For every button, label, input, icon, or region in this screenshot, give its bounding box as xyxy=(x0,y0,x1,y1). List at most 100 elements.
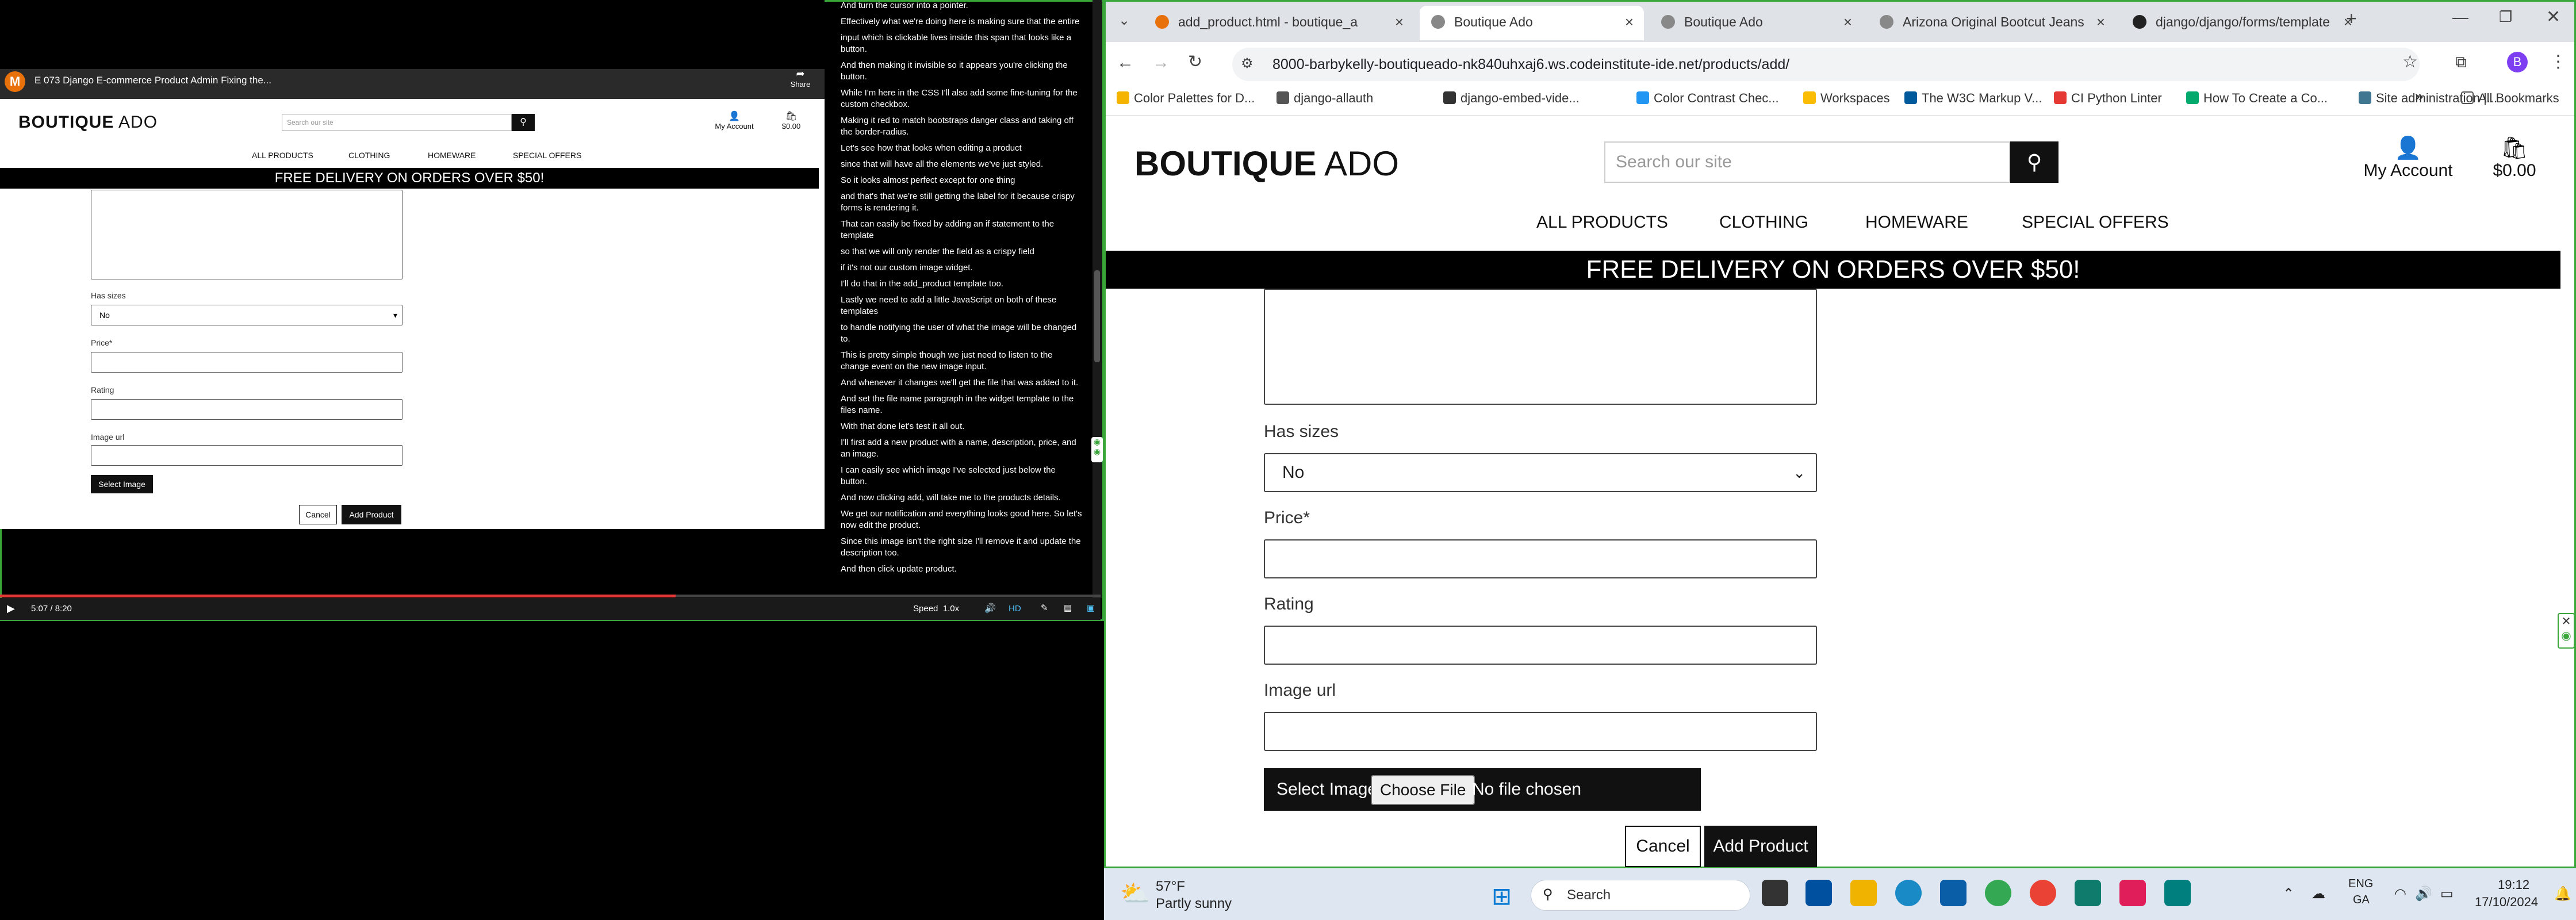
new-tab-button[interactable]: + xyxy=(2346,8,2357,29)
play-icon[interactable]: ▶ xyxy=(7,603,15,615)
menu-icon[interactable]: ⋮ xyxy=(2550,52,2567,72)
browser-tab[interactable]: Boutique Ado × xyxy=(1650,6,1862,40)
more-bookmarks-button[interactable]: » xyxy=(2415,87,2423,105)
nav-homeware[interactable]: HOMEWARE xyxy=(1865,213,1968,232)
taskbar-search[interactable]: ⚲ Search xyxy=(1531,880,1750,911)
transcript-line[interactable]: I can easily see which image I've select… xyxy=(841,465,1082,488)
all-bookmarks-button[interactable]: All Bookmarks xyxy=(2461,91,2559,106)
transcript-line[interactable]: Making it red to match bootstraps danger… xyxy=(841,115,1082,138)
price-input[interactable] xyxy=(1264,539,1817,578)
browser-tab[interactable]: Arizona Original Bootcut Jeans × xyxy=(1868,6,2115,40)
video-side-widget[interactable]: ◉ ◉ xyxy=(1091,437,1103,462)
transcript-line[interactable]: if it's not our custom image widget. xyxy=(841,262,1082,274)
video-nav-clothing[interactable]: CLOTHING xyxy=(348,151,390,160)
tab-close-icon[interactable]: × xyxy=(2096,6,2105,38)
nav-all-products[interactable]: ALL PRODUCTS xyxy=(1536,213,1668,232)
clock-date[interactable]: 17/10/2024 xyxy=(2475,895,2538,910)
video-select-image-button[interactable]: Select Image xyxy=(91,475,153,493)
bookmark-item[interactable]: CI Python Linter xyxy=(2054,91,2162,106)
settings-icon[interactable]: ▤ xyxy=(1064,603,1072,613)
captions-icon[interactable]: ▣ xyxy=(1087,603,1095,613)
wifi-icon[interactable]: ◠ xyxy=(2394,885,2406,902)
extensions-icon[interactable]: ⧉ xyxy=(2455,53,2467,72)
reload-icon[interactable]: ↻ xyxy=(1188,52,1202,72)
transcript-line[interactable]: so that we will only render the field as… xyxy=(841,246,1082,258)
video-account-link[interactable]: 👤 My Account xyxy=(710,110,759,131)
transcript-line[interactable]: And then click update product. xyxy=(841,564,1082,575)
video-search-input[interactable]: Search our site xyxy=(282,114,512,131)
bookmark-item[interactable]: Color Contrast Chec... xyxy=(1636,91,1779,106)
video-search-button[interactable]: ⚲ xyxy=(512,114,535,131)
choose-file-button[interactable]: Choose File xyxy=(1371,775,1475,805)
bookmark-item[interactable]: Workspaces xyxy=(1803,91,1890,106)
video-site-logo[interactable]: BOUTIQUE ADO xyxy=(18,113,158,132)
transcript-line[interactable]: Let's see how that looks when editing a … xyxy=(841,143,1082,154)
video-cancel-button[interactable]: Cancel xyxy=(299,505,337,524)
tray-chevron-icon[interactable]: ⌃ xyxy=(2283,885,2294,902)
volume-icon[interactable]: 🔊 xyxy=(2415,885,2432,902)
site-logo[interactable]: BOUTIQUE ADO xyxy=(1134,144,1399,183)
speed-button[interactable]: Speed 1.0x xyxy=(913,604,959,614)
edge-icon[interactable] xyxy=(1895,880,1922,906)
video-nav-special-offers[interactable]: SPECIAL OFFERS xyxy=(513,151,581,160)
add-product-button[interactable]: Add Product xyxy=(1704,826,1817,867)
close-window-icon[interactable]: ✕ xyxy=(2546,7,2560,27)
rating-input[interactable] xyxy=(1264,626,1817,665)
transcript-line[interactable]: And then making it invisible so it appea… xyxy=(841,60,1082,83)
transcript-line[interactable]: input which is clickable lives inside th… xyxy=(841,32,1082,55)
transcript-line[interactable]: So it looks almost perfect except for on… xyxy=(841,175,1082,186)
cart-link[interactable]: 🛍 $0.00 xyxy=(2483,136,2546,181)
nav-special-offers[interactable]: SPECIAL OFFERS xyxy=(2022,213,2169,232)
bookmark-item[interactable]: The W3C Markup V... xyxy=(1904,91,2042,106)
transcript-line[interactable]: I'll do that in the add_product template… xyxy=(841,278,1082,290)
transcript-line[interactable]: And set the file name paragraph in the w… xyxy=(841,393,1082,416)
transcript-line[interactable]: This is pretty simple though we just nee… xyxy=(841,350,1082,373)
bookmark-item[interactable]: How To Create a Co... xyxy=(2186,91,2328,106)
restore-icon[interactable]: ❐ xyxy=(2499,8,2512,26)
image-url-input[interactable] xyxy=(1264,712,1817,751)
tab-close-icon[interactable]: × xyxy=(1625,6,1634,38)
video-nav-homeware[interactable]: HOMEWARE xyxy=(428,151,476,160)
bookmark-item[interactable]: django-allauth xyxy=(1276,91,1373,106)
weather-icon[interactable]: ⛅ xyxy=(1120,880,1150,908)
chrome-icon[interactable] xyxy=(1985,880,2011,906)
share-button[interactable]: ➦ Share xyxy=(787,68,814,89)
transcript-line[interactable]: Effectively what we're doing here is mak… xyxy=(841,16,1082,28)
profile-avatar[interactable]: B xyxy=(2507,52,2528,72)
taskview-icon[interactable] xyxy=(1762,880,1788,906)
video-add-product-button[interactable]: Add Product xyxy=(342,505,401,524)
browser-tab[interactable]: Boutique Ado × xyxy=(1420,6,1644,40)
lang-bottom[interactable]: GA xyxy=(2353,894,2370,907)
side-widget[interactable]: ✕ ◉ xyxy=(2558,613,2575,649)
dell-icon[interactable] xyxy=(1940,880,1966,906)
search-input[interactable]: Search our site xyxy=(1604,141,2010,183)
cancel-button[interactable]: Cancel xyxy=(1625,826,1701,867)
record-icon[interactable]: ◉ xyxy=(2559,628,2574,643)
pencil-icon[interactable]: ✎ xyxy=(1041,603,1048,613)
video-nav-all-products[interactable]: ALL PRODUCTS xyxy=(252,151,313,160)
video-image-url-input[interactable] xyxy=(91,445,402,466)
select-image-widget[interactable]: Select Image Choose File No file chosen xyxy=(1264,768,1701,811)
security-icon[interactable] xyxy=(2164,880,2191,906)
video-description-textarea[interactable] xyxy=(91,190,402,279)
file-explorer-icon[interactable] xyxy=(1850,880,1877,906)
channel-avatar[interactable]: M xyxy=(5,71,25,92)
account-link[interactable]: 👤 My Account xyxy=(2352,136,2464,181)
tab-close-icon[interactable]: × xyxy=(1843,6,1852,38)
forward-icon[interactable]: → xyxy=(1152,53,1170,72)
tab-search-icon[interactable]: ⌄ xyxy=(1118,12,1130,29)
minimize-icon[interactable]: — xyxy=(2452,8,2468,26)
transcript-line[interactable]: That can easily be fixed by adding an if… xyxy=(841,218,1082,241)
video-cart-link[interactable]: 🛍 $0.00 xyxy=(775,110,807,131)
transcript-line[interactable]: And whenever it changes we'll get the fi… xyxy=(841,377,1082,389)
slack-icon[interactable] xyxy=(2119,880,2146,906)
close-icon[interactable]: ✕ xyxy=(2559,614,2574,628)
nav-clothing[interactable]: CLOTHING xyxy=(1719,213,1808,232)
transcript-line[interactable]: Lastly we need to add a little JavaScrip… xyxy=(841,294,1082,317)
bookmark-item[interactable]: Color Palettes for D... xyxy=(1117,91,1255,106)
bookmark-item[interactable]: django-embed-vide... xyxy=(1443,91,1580,106)
back-icon[interactable]: ← xyxy=(1117,53,1134,72)
transcript-line[interactable]: And now clicking add, will take me to th… xyxy=(841,492,1082,504)
transcript-line[interactable]: Since this image isn't the right size I'… xyxy=(841,536,1082,559)
cloud-icon[interactable]: ☁ xyxy=(2312,885,2325,902)
